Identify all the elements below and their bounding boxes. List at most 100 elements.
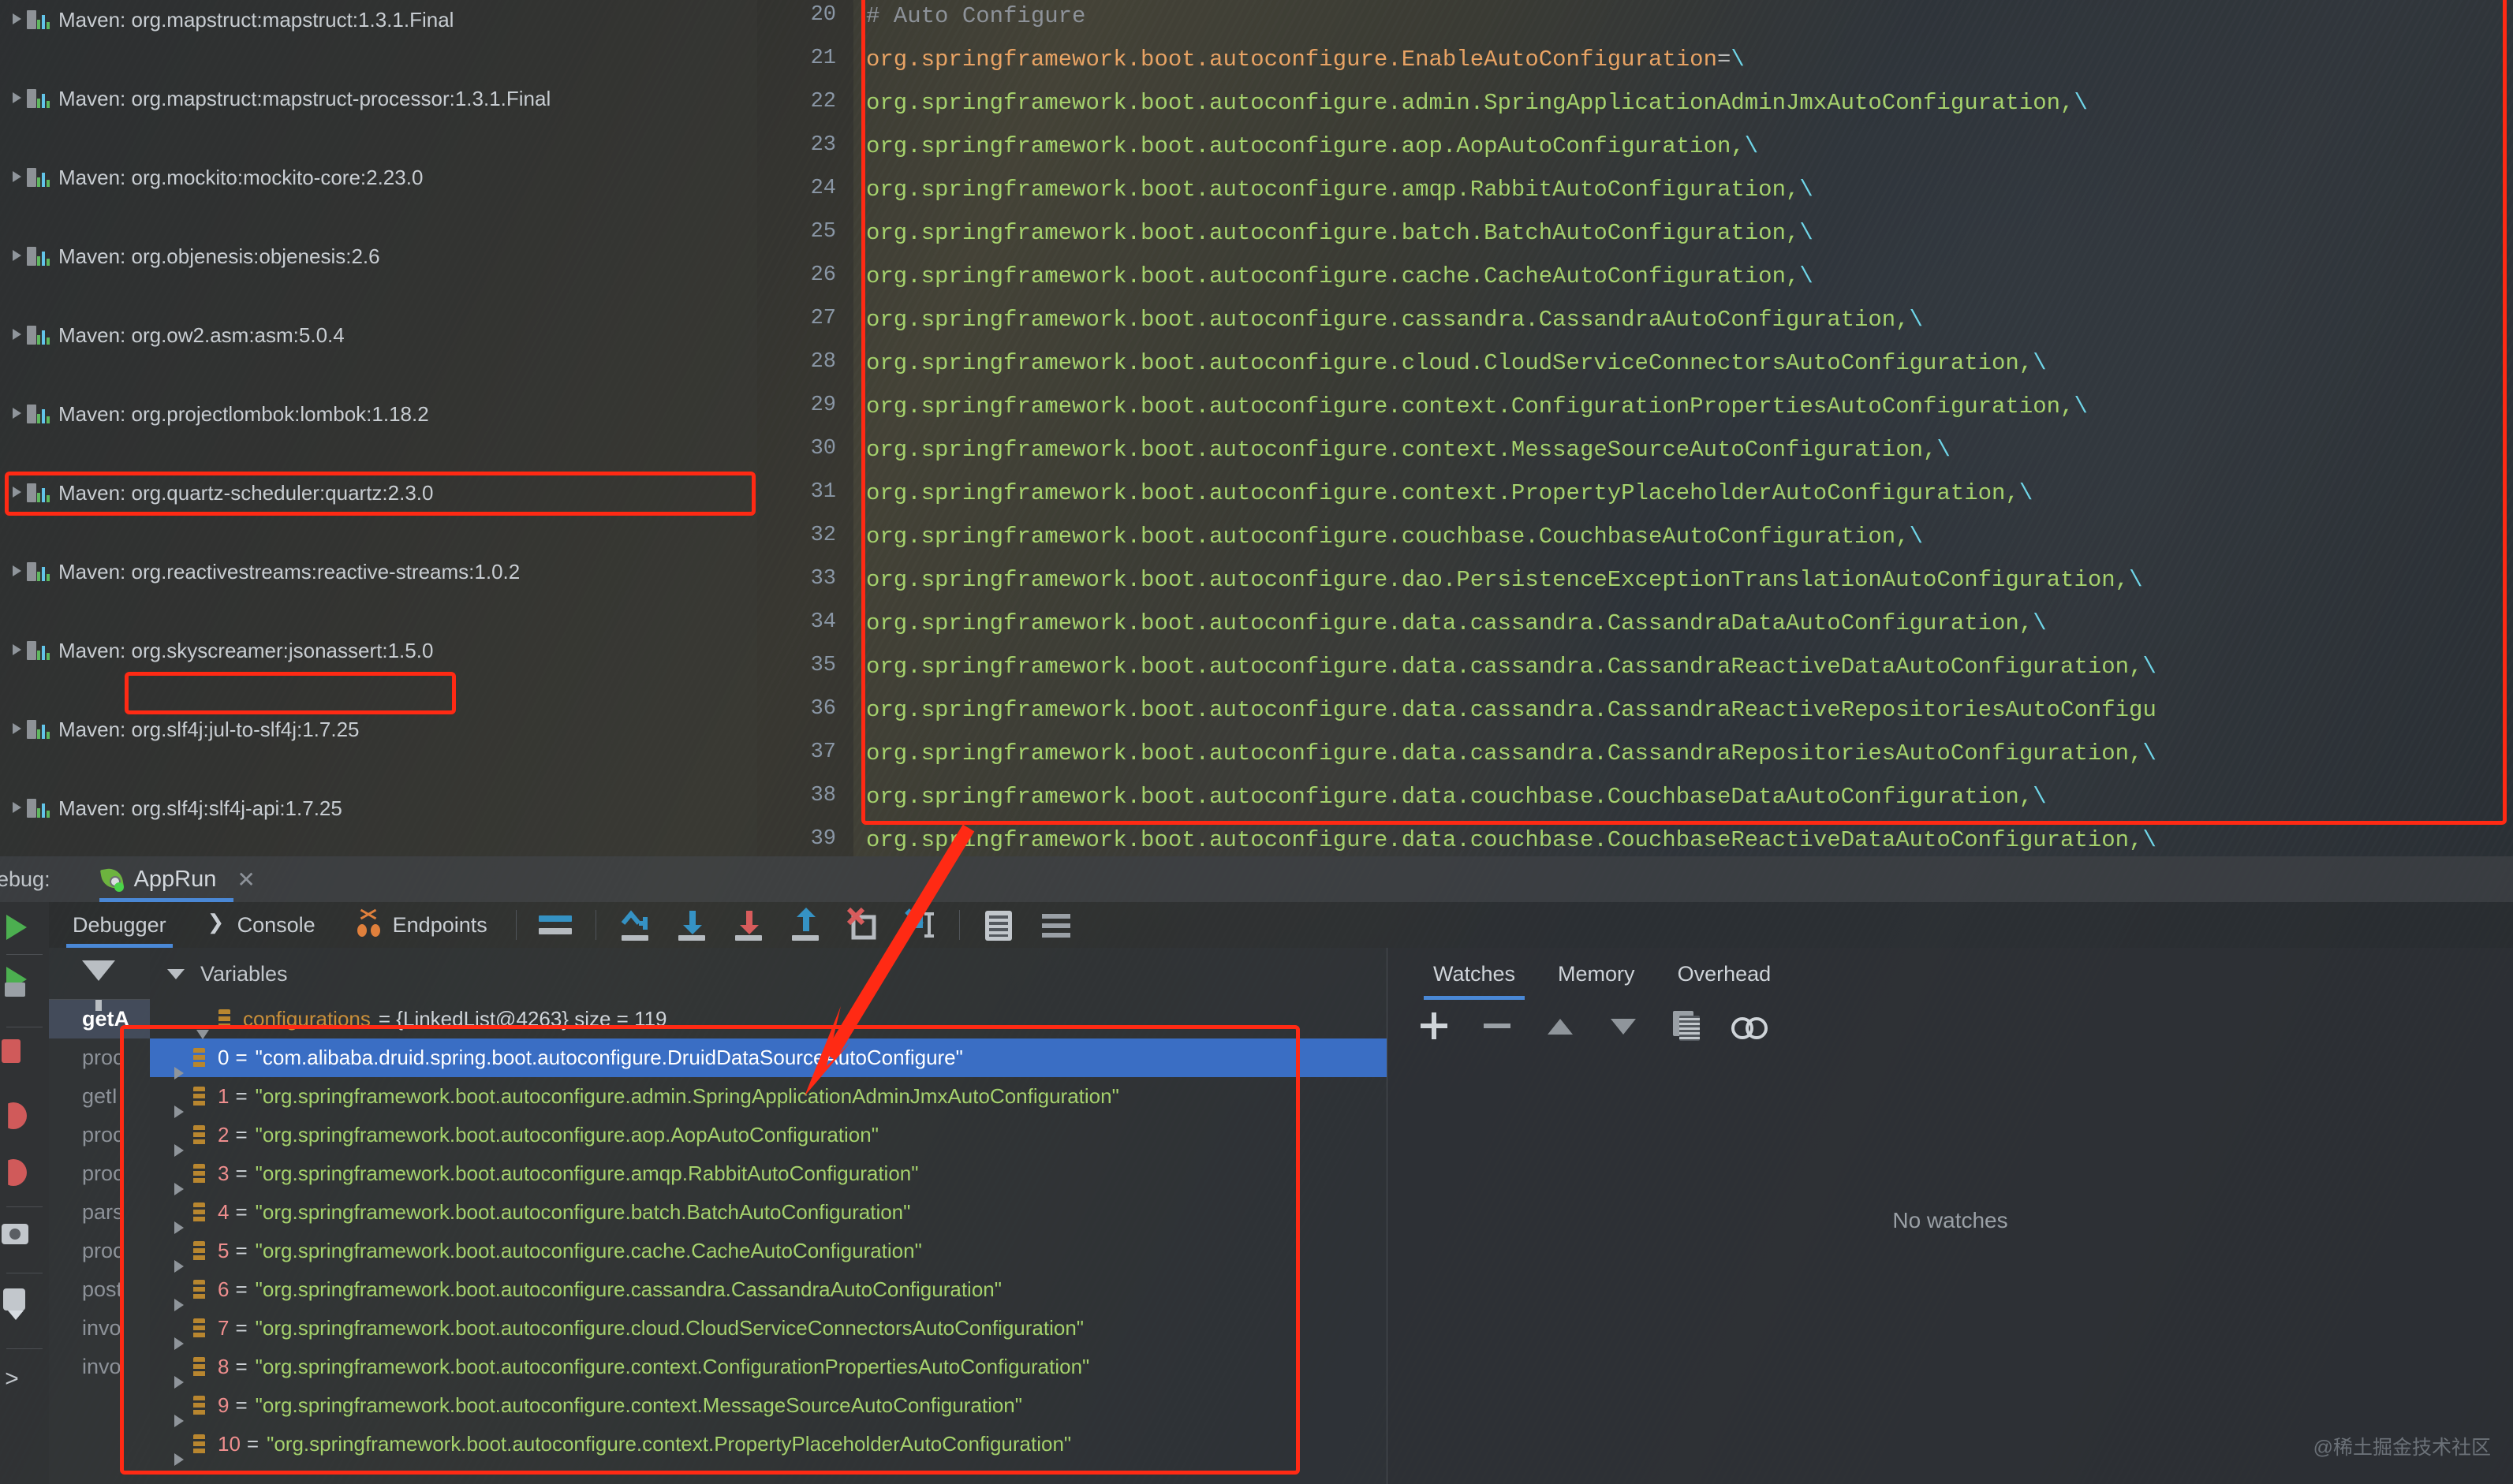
frame-row[interactable]: proc — [49, 1038, 150, 1077]
variable-row[interactable]: 7="org.springframework.boot.autoconfigur… — [150, 1309, 1387, 1348]
code-editor[interactable]: # Auto Configure org.springframework.boot… — [853, 0, 2513, 856]
variable-row[interactable]: 0="com.alibaba.druid.spring.boot.autocon… — [150, 1038, 1387, 1077]
tree-row[interactable]: Maven: org.quartz-scheduler:quartz:2.3.0 — [0, 473, 757, 513]
tab-console[interactable]: Console — [190, 902, 333, 948]
tab-endpoints[interactable]: Endpoints — [339, 902, 505, 948]
add-watch-icon[interactable] — [1416, 1008, 1452, 1044]
step-into-icon[interactable] — [670, 903, 715, 947]
debug-session-actions-rail[interactable]: > — [0, 902, 49, 1484]
code-line[interactable]: org.springframework.boot.autoconfigure.d… — [866, 697, 2156, 723]
code-line[interactable]: org.springframework.boot.autoconfigure.b… — [866, 220, 1813, 246]
code-line[interactable]: org.springframework.boot.autoconfigure.d… — [866, 784, 2047, 810]
inline-watches-icon[interactable] — [1731, 1008, 1768, 1044]
tree-row[interactable]: Maven: org.mapstruct:mapstruct-processor… — [0, 79, 757, 118]
chevron-right-icon[interactable] — [6, 561, 27, 582]
code-line[interactable]: org.springframework.boot.autoconfigure.c… — [866, 524, 1923, 550]
step-over-icon[interactable] — [614, 903, 658, 947]
tree-row[interactable]: Maven: org.mapstruct:mapstruct:1.3.1.Fin… — [0, 0, 757, 39]
chevron-right-icon[interactable] — [6, 640, 27, 661]
code-line[interactable]: org.springframework.boot.autoconfigure.a… — [866, 133, 1758, 159]
code-line[interactable]: org.springframework.boot.autoconfigure.d… — [866, 610, 2047, 636]
tree-row[interactable]: Maven: org.projectlombok:lombok:1.18.2 — [0, 394, 757, 434]
run-to-cursor-icon[interactable] — [898, 903, 942, 947]
variable-row[interactable]: 2="org.springframework.boot.autoconfigur… — [150, 1116, 1387, 1154]
get-thread-dump-button[interactable] — [0, 1211, 49, 1262]
frame-row[interactable]: invo — [49, 1348, 150, 1386]
frame-row[interactable]: getI — [49, 1077, 150, 1116]
chevron-right-icon[interactable] — [6, 404, 27, 424]
variable-row[interactable]: 1="org.springframework.boot.autoconfigur… — [150, 1077, 1387, 1116]
tree-row[interactable]: Maven: org.objenesis:objenesis:2.6 — [0, 237, 757, 276]
tree-row[interactable]: Maven: org.reactivestreams:reactive-stre… — [0, 552, 757, 591]
chevron-right-icon[interactable] — [6, 88, 27, 109]
code-line[interactable]: org.springframework.boot.autoconfigure.c… — [866, 350, 2047, 376]
tab-memory[interactable]: Memory — [1540, 948, 1652, 1000]
variable-root-row[interactable]: configurations = {LinkedList@4263} size … — [150, 1000, 1387, 1038]
tab-watches[interactable]: Watches — [1416, 948, 1533, 1000]
chevron-right-icon[interactable] — [6, 246, 27, 267]
variable-row[interactable]: 4="org.springframework.boot.autoconfigur… — [150, 1193, 1387, 1232]
frame-row[interactable]: post — [49, 1270, 150, 1309]
chevron-right-icon[interactable] — [6, 325, 27, 345]
show-execution-point-icon[interactable] — [534, 903, 578, 947]
settings-button[interactable] — [0, 1277, 49, 1328]
code-line[interactable]: org.springframework.boot.autoconfigure.d… — [866, 827, 2156, 853]
chevron-right-icon[interactable] — [6, 483, 27, 503]
chevron-right-icon[interactable] — [6, 9, 27, 30]
view-breakpoints-button[interactable] — [0, 1091, 49, 1142]
code-line[interactable]: org.springframework.boot.autoconfigure.d… — [866, 654, 2156, 680]
chevron-right-icon[interactable] — [6, 167, 27, 188]
variable-row[interactable]: 6="org.springframework.boot.autoconfigur… — [150, 1270, 1387, 1309]
code-line[interactable]: # Auto Configure — [866, 3, 1085, 29]
frame-row[interactable]: proc — [49, 1232, 150, 1270]
frames-toolbar[interactable] — [49, 948, 150, 1000]
variable-row[interactable]: 3="org.springframework.boot.autoconfigur… — [150, 1154, 1387, 1193]
code-line[interactable]: org.springframework.boot.autoconfigure.c… — [866, 393, 2088, 419]
tab-overhead[interactable]: Overhead — [1660, 948, 1789, 1000]
variable-row[interactable]: 8="org.springframework.boot.autoconfigur… — [150, 1348, 1387, 1386]
frame-row[interactable]: proc — [49, 1116, 150, 1154]
variables-header[interactable]: Variables — [150, 948, 1387, 1000]
code-line[interactable]: org.springframework.boot.autoconfigure.a… — [866, 90, 2088, 116]
watches-tab-bar[interactable]: WatchesMemoryOverhead — [1387, 948, 2513, 1000]
frame-row[interactable]: invo — [49, 1309, 150, 1348]
filter-icon[interactable] — [1034, 903, 1078, 947]
frame-row[interactable]: pars — [49, 1193, 150, 1232]
variable-row[interactable]: 9="org.springframework.boot.autoconfigur… — [150, 1386, 1387, 1425]
watches-panel[interactable]: WatchesMemoryOverhead No watches — [1387, 948, 2513, 1484]
remove-watch-icon[interactable] — [1479, 1008, 1515, 1044]
frame-row[interactable]: proc — [49, 1154, 150, 1193]
drop-frame-icon[interactable] — [841, 903, 885, 947]
variable-row[interactable]: 5="org.springframework.boot.autoconfigur… — [150, 1232, 1387, 1270]
debugger-toolbar[interactable]: DebuggerConsoleEndpoints — [49, 902, 2513, 948]
tree-row[interactable]: Maven: org.ow2.asm:asm:5.0.4 — [0, 315, 757, 355]
tab-debugger[interactable]: Debugger — [55, 902, 184, 948]
mute-breakpoints-button[interactable] — [0, 1148, 49, 1199]
variables-panel[interactable]: Variables configurations = {LinkedList@4… — [150, 948, 1387, 1484]
project-tree-panel[interactable]: Maven: org.mapstruct:mapstruct:1.3.1.Fin… — [0, 0, 757, 856]
code-line[interactable]: org.springframework.boot.autoconfigure.c… — [866, 307, 1923, 333]
step-out-icon[interactable] — [784, 903, 828, 947]
stop-program-button[interactable] — [0, 1028, 49, 1079]
evaluate-expression-icon[interactable] — [977, 903, 1021, 947]
force-step-into-icon[interactable] — [727, 903, 771, 947]
chevron-right-icon[interactable] — [6, 719, 27, 740]
debug-session-tab-apprun[interactable]: AppRun ✕ — [93, 856, 263, 902]
move-down-icon[interactable] — [1605, 1008, 1641, 1044]
code-line[interactable]: org.springframework.boot.autoconfigure.c… — [866, 263, 1813, 289]
funnel-icon[interactable] — [82, 960, 115, 981]
chevron-down-icon[interactable] — [167, 969, 185, 979]
code-line[interactable]: org.springframework.boot.autoconfigure.a… — [866, 177, 1813, 203]
code-line[interactable]: org.springframework.boot.autoconfigure.E… — [866, 47, 1745, 73]
tree-row[interactable]: Maven: org.mockito:mockito-core:2.23.0 — [0, 158, 757, 197]
move-up-icon[interactable] — [1542, 1008, 1578, 1044]
tree-row[interactable]: Maven: org.skyscreamer:jsonassert:1.5.0 — [0, 631, 757, 670]
code-line[interactable]: org.springframework.boot.autoconfigure.c… — [866, 437, 1951, 463]
variable-row[interactable]: 10="org.springframework.boot.autoconfigu… — [150, 1425, 1387, 1463]
tree-row[interactable]: Maven: org.slf4j:jul-to-slf4j:1.7.25 — [0, 710, 757, 749]
close-icon[interactable]: ✕ — [237, 867, 255, 893]
watches-toolbar[interactable] — [1387, 1000, 2513, 1052]
frames-panel[interactable]: getAprocgetIprocprocparsprocpostinvoinvo — [49, 948, 150, 1484]
expand-rail-button[interactable]: > — [0, 1353, 49, 1404]
chevron-right-icon[interactable] — [6, 798, 27, 818]
